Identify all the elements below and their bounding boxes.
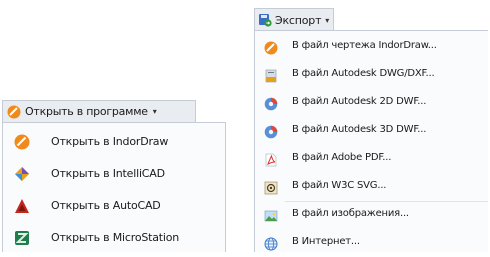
export-item-dwg[interactable]: В файл Autodesk DWG/DXF... <box>255 61 488 89</box>
export-item-indordraw[interactable]: В файл чертежа IndorDraw... <box>255 33 488 61</box>
image-icon <box>264 208 278 222</box>
open-item-autocad[interactable]: Открыть в AutoCAD <box>3 190 225 222</box>
export-item-dwf-3d[interactable]: В файл Autodesk 3D DWF... <box>255 117 488 145</box>
open-item-intellicad[interactable]: Открыть в IntelliCAD <box>3 158 225 190</box>
open-item-label: Открыть в MicroStation <box>51 231 180 244</box>
export-item-internet[interactable]: В Интернет... <box>255 229 488 257</box>
export-item-label: В файл Autodesk 3D DWF... <box>292 124 427 135</box>
export-item-label: В файл Autodesk 2D DWF... <box>292 96 427 107</box>
export-icon <box>258 13 272 27</box>
export-item-label: В файл Autodesk DWG/DXF... <box>292 68 435 79</box>
globe-icon <box>264 236 278 251</box>
export-item-dwf-2d[interactable]: В файл Autodesk 2D DWF... <box>255 89 488 117</box>
svg-icon <box>264 180 278 195</box>
pdf-icon <box>264 152 278 167</box>
open-in-program-button[interactable]: Открыть в программе ▾ <box>2 100 196 122</box>
open-item-label: Открыть в AutoCAD <box>51 199 161 212</box>
open-item-label: Открыть в IntelliCAD <box>51 167 165 180</box>
open-in-program-label: Открыть в программе <box>25 105 148 118</box>
indordraw-icon <box>264 40 278 55</box>
indordraw-icon <box>14 134 30 150</box>
intellicad-icon <box>14 166 30 182</box>
export-button-label: Экспорт <box>275 13 322 27</box>
export-menu: В файл чертежа IndorDraw... В файл Autod… <box>254 30 488 252</box>
dwf-3d-icon <box>264 124 278 139</box>
microstation-icon <box>14 230 30 246</box>
export-item-label: В файл W3C SVG... <box>292 180 387 191</box>
export-item-svg[interactable]: В файл W3C SVG... <box>255 173 488 201</box>
chevron-down-icon: ▾ <box>325 15 330 25</box>
dwf-2d-icon <box>264 96 278 111</box>
open-item-label: Открыть в IndorDraw <box>51 135 169 148</box>
autocad-icon <box>14 198 30 214</box>
indordraw-icon <box>7 105 21 119</box>
export-item-label: В файл изображения... <box>292 208 409 219</box>
export-item-label: В файл чертежа IndorDraw... <box>292 40 437 51</box>
open-in-program-menu: Открыть в IndorDraw Открыть в IntelliCAD… <box>2 122 226 252</box>
export-item-image[interactable]: В файл изображения... <box>255 201 488 229</box>
export-item-pdf[interactable]: В файл Adobe PDF... <box>255 145 488 173</box>
export-item-label: В файл Adobe PDF... <box>292 152 392 163</box>
open-item-microstation[interactable]: Открыть в MicroStation <box>3 222 225 254</box>
export-item-label: В Интернет... <box>292 236 360 247</box>
chevron-down-icon: ▾ <box>152 107 157 116</box>
export-button[interactable]: Экспорт ▾ <box>254 8 335 31</box>
open-item-indordraw[interactable]: Открыть в IndorDraw <box>3 126 225 158</box>
dwg-file-icon <box>264 68 278 83</box>
